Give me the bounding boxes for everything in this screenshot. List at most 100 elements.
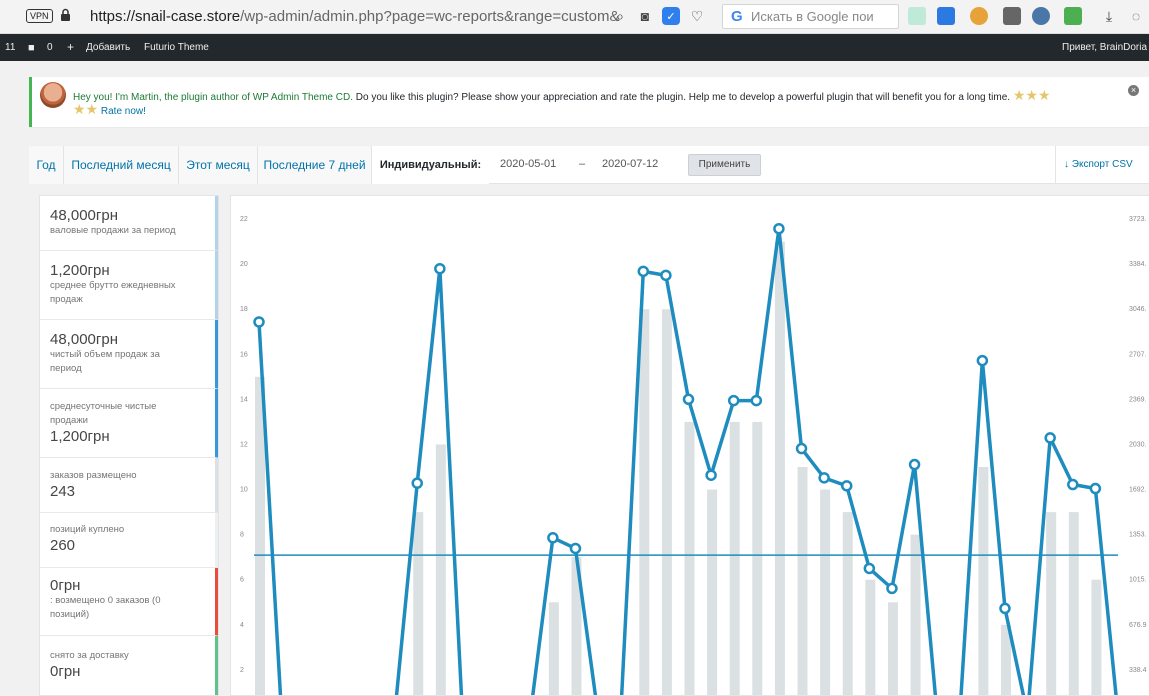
legend-item[interactable]: позиций куплено 260: [40, 513, 218, 568]
y-tick-left: 4: [240, 622, 244, 629]
heart-icon[interactable]: ♡: [688, 7, 706, 25]
y-tick-right: 3046.: [1129, 306, 1147, 313]
chart-point: [1044, 432, 1056, 444]
legend-item[interactable]: 0грн : возмещено 0 заказов (0 позиций): [40, 568, 218, 636]
vk-icon[interactable]: [1032, 7, 1050, 25]
chart-bar: [548, 602, 559, 695]
tab-last-7-days[interactable]: Последние 7 дней: [258, 146, 372, 184]
chart-point: [434, 262, 446, 275]
chart-point: [637, 265, 650, 278]
date-from-input[interactable]: 2020-05-01: [500, 158, 556, 170]
y-tick-left: 6: [240, 577, 244, 584]
greeting[interactable]: Привет, BrainDoria: [1062, 42, 1147, 53]
chart-bar: [707, 489, 718, 695]
updates-count[interactable]: 11: [5, 42, 15, 53]
extension-code-icon[interactable]: [1003, 7, 1021, 25]
y-tick-left: 22: [240, 216, 248, 223]
y-tick-left: 20: [240, 261, 248, 268]
star-icon: ★★★: [1012, 87, 1051, 103]
chart-point: [818, 472, 830, 484]
tab-this-month[interactable]: Этот месяц: [179, 146, 258, 184]
search-icon[interactable]: ⌕: [611, 7, 629, 25]
wp-admin-bar: 11 ■ 0 + Добавить Futurio Theme Привет, …: [0, 34, 1149, 61]
y-tick-left: 2: [240, 667, 244, 674]
legend-item[interactable]: заказов размещено 243: [40, 458, 218, 513]
chart-point: [750, 394, 763, 407]
chart-legend: 48,000грн валовые продажи за период 1,20…: [39, 195, 219, 696]
export-csv-link[interactable]: ↓ Экспорт CSV: [1055, 146, 1149, 184]
legend-item[interactable]: 48,000грн валовые продажи за период: [40, 196, 218, 251]
chart-bar: [413, 512, 424, 695]
comment-icon[interactable]: ■: [28, 42, 35, 54]
shield-icon[interactable]: ✓: [662, 7, 680, 25]
y-tick-left: 16: [240, 351, 248, 358]
chart-bar: [797, 467, 808, 695]
chart-point: [727, 394, 740, 407]
chart-bar: [842, 512, 853, 695]
apply-button[interactable]: Применить: [688, 154, 761, 176]
chart-point: [795, 442, 808, 455]
google-icon: G: [731, 8, 743, 25]
camera-icon[interactable]: ◙: [636, 7, 654, 25]
plus-icon[interactable]: +: [67, 40, 74, 54]
notice-text: Hey you! I'm Martin, the plugin author o…: [73, 87, 1051, 103]
y-tick-right: 1015.: [1129, 577, 1147, 584]
add-new-link[interactable]: Добавить: [86, 42, 130, 53]
star-icon: ★★: [73, 101, 99, 117]
chart-point: [773, 222, 785, 235]
tab-custom[interactable]: Индивидуальный:: [372, 146, 489, 184]
extension-cube-icon[interactable]: [908, 7, 926, 25]
legend-item[interactable]: 1,200грн среднее брутто ежедневных прода…: [40, 251, 218, 320]
tab-year[interactable]: Год: [29, 146, 64, 184]
y-tick-right: 676.9: [1129, 622, 1147, 629]
y-tick-left: 12: [240, 441, 248, 448]
url-host: https://snail-case.store: [90, 8, 241, 25]
downloads-icon[interactable]: ⤓: [1100, 7, 1118, 25]
tab-last-month[interactable]: Последний месяц: [64, 146, 179, 184]
chart-point: [569, 542, 582, 555]
sales-chart: 2 4 6 8 10 12 14 16 18 20 22 338.4 676.9 1015. 1353. 16…: [230, 195, 1149, 696]
extension-download-arrow-icon[interactable]: [1064, 7, 1082, 25]
y-tick-right: 3723.: [1129, 216, 1147, 223]
chart-bar: [774, 241, 785, 695]
comments-count[interactable]: 0: [47, 42, 53, 53]
chart-bar: [752, 421, 763, 695]
chart-bar: [661, 309, 672, 695]
vpn-badge[interactable]: VPN: [26, 9, 53, 23]
chart-point: [886, 582, 898, 595]
site-name-link[interactable]: Futurio Theme: [144, 42, 209, 53]
chart-point: [999, 602, 1011, 615]
y-tick-left: 14: [240, 396, 248, 403]
google-search-input[interactable]: G Искать в Google пои: [722, 4, 899, 29]
chart-bar: [1046, 512, 1057, 695]
browser-toolbar: VPN https://snail-case.store/wp-admin/ad…: [0, 0, 1149, 34]
chart-point: [682, 393, 695, 406]
close-icon[interactable]: ×: [1128, 85, 1139, 96]
chart-point: [1089, 482, 1102, 495]
extension-face-icon[interactable]: [970, 7, 988, 25]
url-path: /wp-admin/admin.php?page=wc-reports&rang…: [240, 8, 620, 25]
chart-point: [1067, 478, 1079, 491]
y-tick-left: 18: [240, 306, 248, 313]
chart-bar: [887, 602, 898, 695]
y-tick-left: 10: [240, 487, 248, 494]
chart-bar: [729, 421, 740, 695]
extension-translate-icon[interactable]: [937, 7, 955, 25]
date-to-input[interactable]: 2020-07-12: [602, 158, 658, 170]
chart-bar: [820, 489, 831, 695]
legend-item[interactable]: 48,000грн чистый объем продаж за период: [40, 320, 218, 389]
legend-item[interactable]: снято за доставку 0грн: [40, 636, 218, 695]
lock-icon[interactable]: [60, 8, 71, 22]
rate-link[interactable]: ★★ Rate now!: [73, 101, 146, 118]
chart-svg: 2 4 6 8 10 12 14 16 18 20 22 338.4 676.9 1015. 1353. 16…: [240, 216, 1147, 695]
date-separator: –: [579, 158, 586, 170]
chart-bar: [1091, 579, 1102, 695]
y-tick-right: 1692.: [1129, 487, 1147, 494]
chart-point: [976, 354, 989, 367]
y-tick-left: 8: [240, 532, 244, 539]
legend-item[interactable]: среднесуточные чистые продажи 1,200грн: [40, 389, 218, 458]
address-bar[interactable]: https://snail-case.store/wp-admin/admin.…: [90, 8, 619, 25]
author-avatar: [40, 82, 66, 108]
profile-icon[interactable]: ◌: [1127, 7, 1145, 25]
chart-bar: [865, 579, 876, 695]
